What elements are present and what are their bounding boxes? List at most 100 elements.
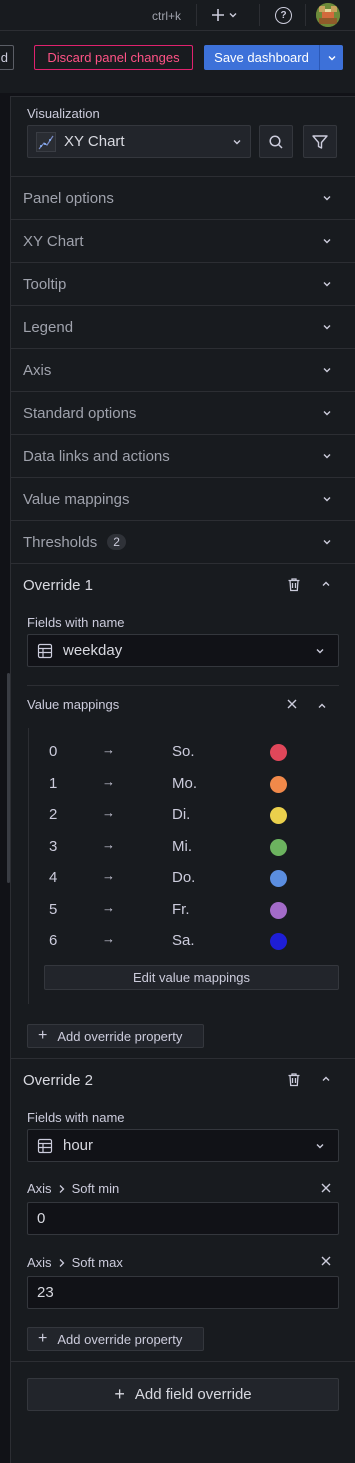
save-dashboard-button[interactable]: Save dashboard [204,45,343,70]
add-override-property-label: Add override property [57,1028,183,1044]
section-tooltip[interactable]: Tooltip [11,262,355,305]
property-group: Axis [27,1255,52,1270]
search-shortcut-hint: ctrl+k [152,9,182,23]
field-name-select[interactable]: hour [27,1129,339,1162]
chevron-down-icon [302,645,338,657]
chevron-down-icon [224,136,250,148]
plus-icon: + [114,1384,125,1404]
table-icon [37,1138,53,1154]
visualization-label: Visualization [27,106,100,121]
arrow-right-icon: → [102,900,115,915]
mapping-from-value: 2 [49,806,58,823]
filter-options-button[interactable] [303,125,337,158]
section-standard-options[interactable]: Standard options [11,391,355,434]
section-label: Tooltip [23,275,67,293]
section-label: Data links and actions [23,447,170,465]
section-label: Standard options [23,404,137,422]
plus-icon: + [38,1027,48,1044]
mapping-display-text: Mo. [172,775,198,792]
section-label: Legend [23,318,74,336]
chevron-down-icon [321,192,333,204]
chevron-down-icon [228,10,238,20]
remove-property-button[interactable] [286,698,298,710]
plus-icon: + [38,1330,48,1347]
section-legend[interactable]: Legend [11,305,355,348]
property-group: Axis [27,1181,52,1196]
mapping-display-text: Fr. [172,901,190,918]
mapping-color-swatch [270,839,287,856]
save-dashboard-label: Save dashboard [204,45,320,70]
collapse-override-button[interactable] [321,1074,331,1084]
mapping-color-swatch [270,902,287,919]
divider [11,563,355,564]
delete-override-button[interactable] [287,577,301,592]
delete-override-button[interactable] [287,1072,301,1087]
help-button[interactable]: ? [275,7,292,24]
section-axis[interactable]: Axis [11,348,355,391]
arrow-right-icon: → [102,931,115,946]
value-mapping-row: 4 → Do. [44,863,294,891]
section-xy-chart[interactable]: XY Chart [11,219,355,262]
add-field-override-button[interactable]: + Add field override [27,1378,339,1411]
value-mapping-row: 1 → Mo. [44,769,294,797]
mapping-display-text: Mi. [172,838,192,855]
add-override-property-button[interactable]: + Add override property [27,1327,204,1351]
section-thresholds[interactable]: Thresholds 2 [11,520,355,563]
chevron-down-icon [302,1140,338,1152]
remove-property-button[interactable] [320,1255,332,1267]
new-menu-button[interactable] [210,5,238,25]
close-icon [321,1183,331,1193]
divider [11,1058,355,1059]
truncated-button[interactable]: d [0,45,14,70]
override-2-title: Override 2 [23,1072,94,1089]
add-field-override-label: Add field override [134,1386,252,1403]
chevron-up-icon [322,581,330,586]
section-value-mappings[interactable]: Value mappings [11,477,355,520]
property-label-soft-min: Axis Soft min [27,1181,119,1196]
panel-edit-toolbar: d Discard panel changes Save dashboard [0,31,355,93]
divider [11,1361,355,1362]
plus-icon [210,7,226,23]
section-panel-options[interactable]: Panel options [11,176,355,219]
chevron-down-icon [321,450,333,462]
add-override-property-label: Add override property [57,1331,183,1347]
divider [27,685,339,686]
mapping-from-value: 0 [49,743,58,760]
section-label: XY Chart [23,232,84,250]
search-options-button[interactable] [259,125,293,158]
thresholds-count-badge: 2 [107,534,126,550]
property-name: Soft max [71,1255,123,1270]
field-name-value: weekday [63,642,123,659]
chevron-up-icon [318,703,326,708]
close-icon [287,699,297,709]
chevron-up-icon [322,1076,330,1081]
collapse-property-button[interactable] [317,701,327,711]
add-override-property-button[interactable]: + Add override property [27,1024,204,1048]
chevron-down-icon [321,536,333,548]
trash-icon [288,578,300,592]
value-mapping-row: 2 → Di. [44,800,294,828]
soft-max-input[interactable]: 23 [27,1276,339,1309]
divider [259,4,260,26]
section-label: Thresholds [23,533,98,551]
scrollbar[interactable] [7,673,10,883]
save-options-dropdown[interactable] [320,45,343,70]
mapping-display-text: So. [172,743,195,760]
remove-property-button[interactable] [320,1182,332,1194]
section-data-links[interactable]: Data links and actions [11,434,355,477]
discard-panel-changes-button[interactable]: Discard panel changes [34,45,193,70]
soft-min-input[interactable]: 0 [27,1202,339,1235]
arrow-right-icon: → [102,805,115,820]
close-icon [321,1256,331,1266]
matcher-label: Fields with name [27,615,125,630]
field-name-select[interactable]: weekday [27,634,339,667]
mapping-color-swatch [270,870,287,887]
visualization-picker[interactable]: XY Chart [27,125,251,158]
user-avatar[interactable] [316,3,340,27]
matcher-label: Fields with name [27,1110,125,1125]
edit-value-mappings-button[interactable]: Edit value mappings [44,965,339,990]
divider [196,4,197,26]
collapse-override-button[interactable] [321,579,331,589]
mapping-color-swatch [270,933,287,950]
property-rail [28,728,29,1004]
